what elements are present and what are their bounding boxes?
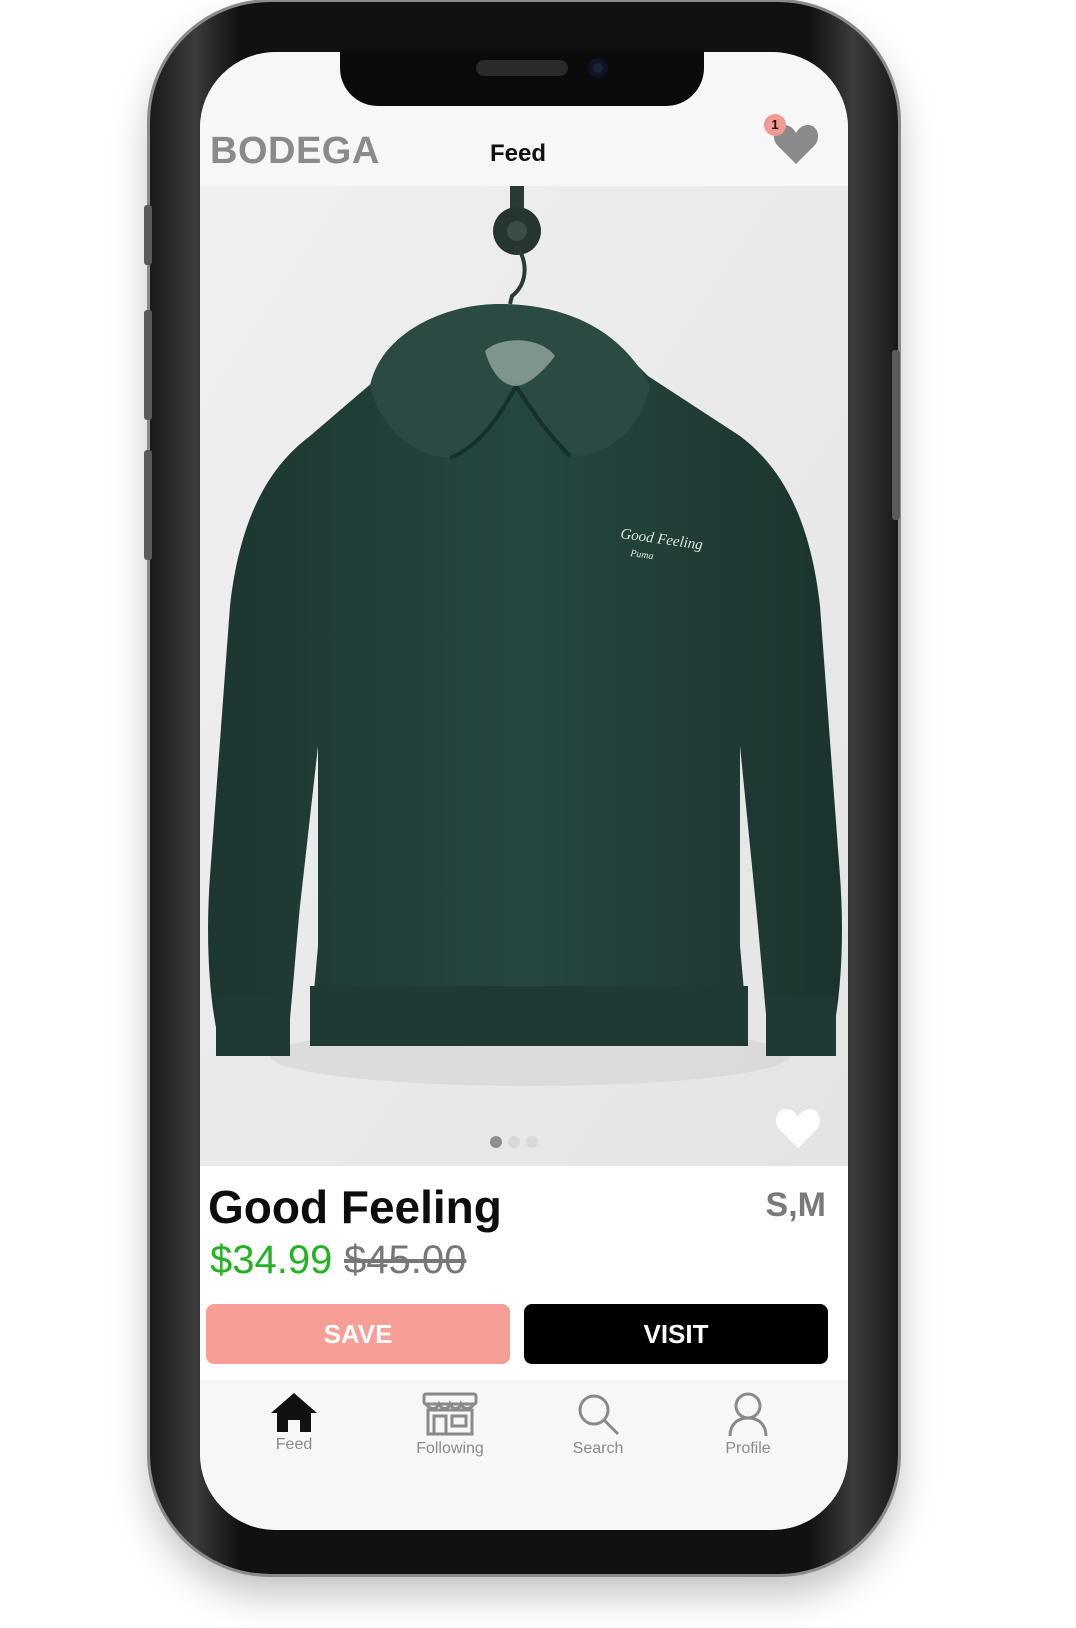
pagination-dot-2[interactable] — [508, 1136, 520, 1148]
tab-label: Feed — [275, 1436, 313, 1453]
pagination-dot-1[interactable] — [490, 1136, 502, 1148]
store-icon — [422, 1392, 478, 1436]
front-camera — [588, 58, 608, 78]
sale-price: $34.99 — [210, 1238, 333, 1282]
hoodie-image: Good Feeling Puma — [200, 186, 848, 1166]
profile-icon — [728, 1392, 768, 1437]
power-button — [892, 350, 900, 520]
search-icon — [578, 1394, 620, 1436]
home-icon — [271, 1393, 317, 1432]
tab-feed[interactable]: Feed — [234, 1390, 354, 1454]
tab-label: Following — [416, 1440, 484, 1457]
brand-logo: BODEGA — [210, 130, 380, 172]
app-screen: BODEGA Feed 1 Good Feeling Puma Good Fee… — [200, 52, 848, 1530]
tab-label: Profile — [725, 1440, 771, 1457]
phone-notch — [340, 50, 704, 106]
like-heart-icon[interactable] — [774, 1106, 822, 1150]
product-image[interactable]: Good Feeling Puma — [200, 186, 848, 1166]
product-info: Good Feeling S,M $34.99 $45.00 SAVE VISI… — [200, 1166, 848, 1380]
pagination-dot-3[interactable] — [526, 1136, 538, 1148]
save-button[interactable]: SAVE — [206, 1304, 510, 1364]
volume-up-button — [144, 310, 152, 420]
earpiece-speaker — [476, 60, 568, 76]
bottom-tab-bar: Feed Following Search Profile — [200, 1380, 848, 1530]
available-sizes: S,M — [765, 1186, 826, 1224]
image-pagination[interactable] — [490, 1136, 538, 1148]
tab-following[interactable]: Following — [390, 1390, 510, 1458]
saved-count-badge: 1 — [764, 114, 786, 136]
tab-label: Search — [572, 1440, 624, 1457]
original-price: $45.00 — [344, 1238, 467, 1282]
volume-down-button — [144, 450, 152, 560]
tab-search[interactable]: Search — [538, 1390, 658, 1458]
page-title: Feed — [490, 140, 547, 167]
visit-button[interactable]: VISIT — [524, 1304, 828, 1364]
product-name: Good Feeling — [208, 1181, 502, 1233]
tab-profile[interactable]: Profile — [688, 1390, 808, 1458]
mute-switch — [144, 205, 152, 265]
